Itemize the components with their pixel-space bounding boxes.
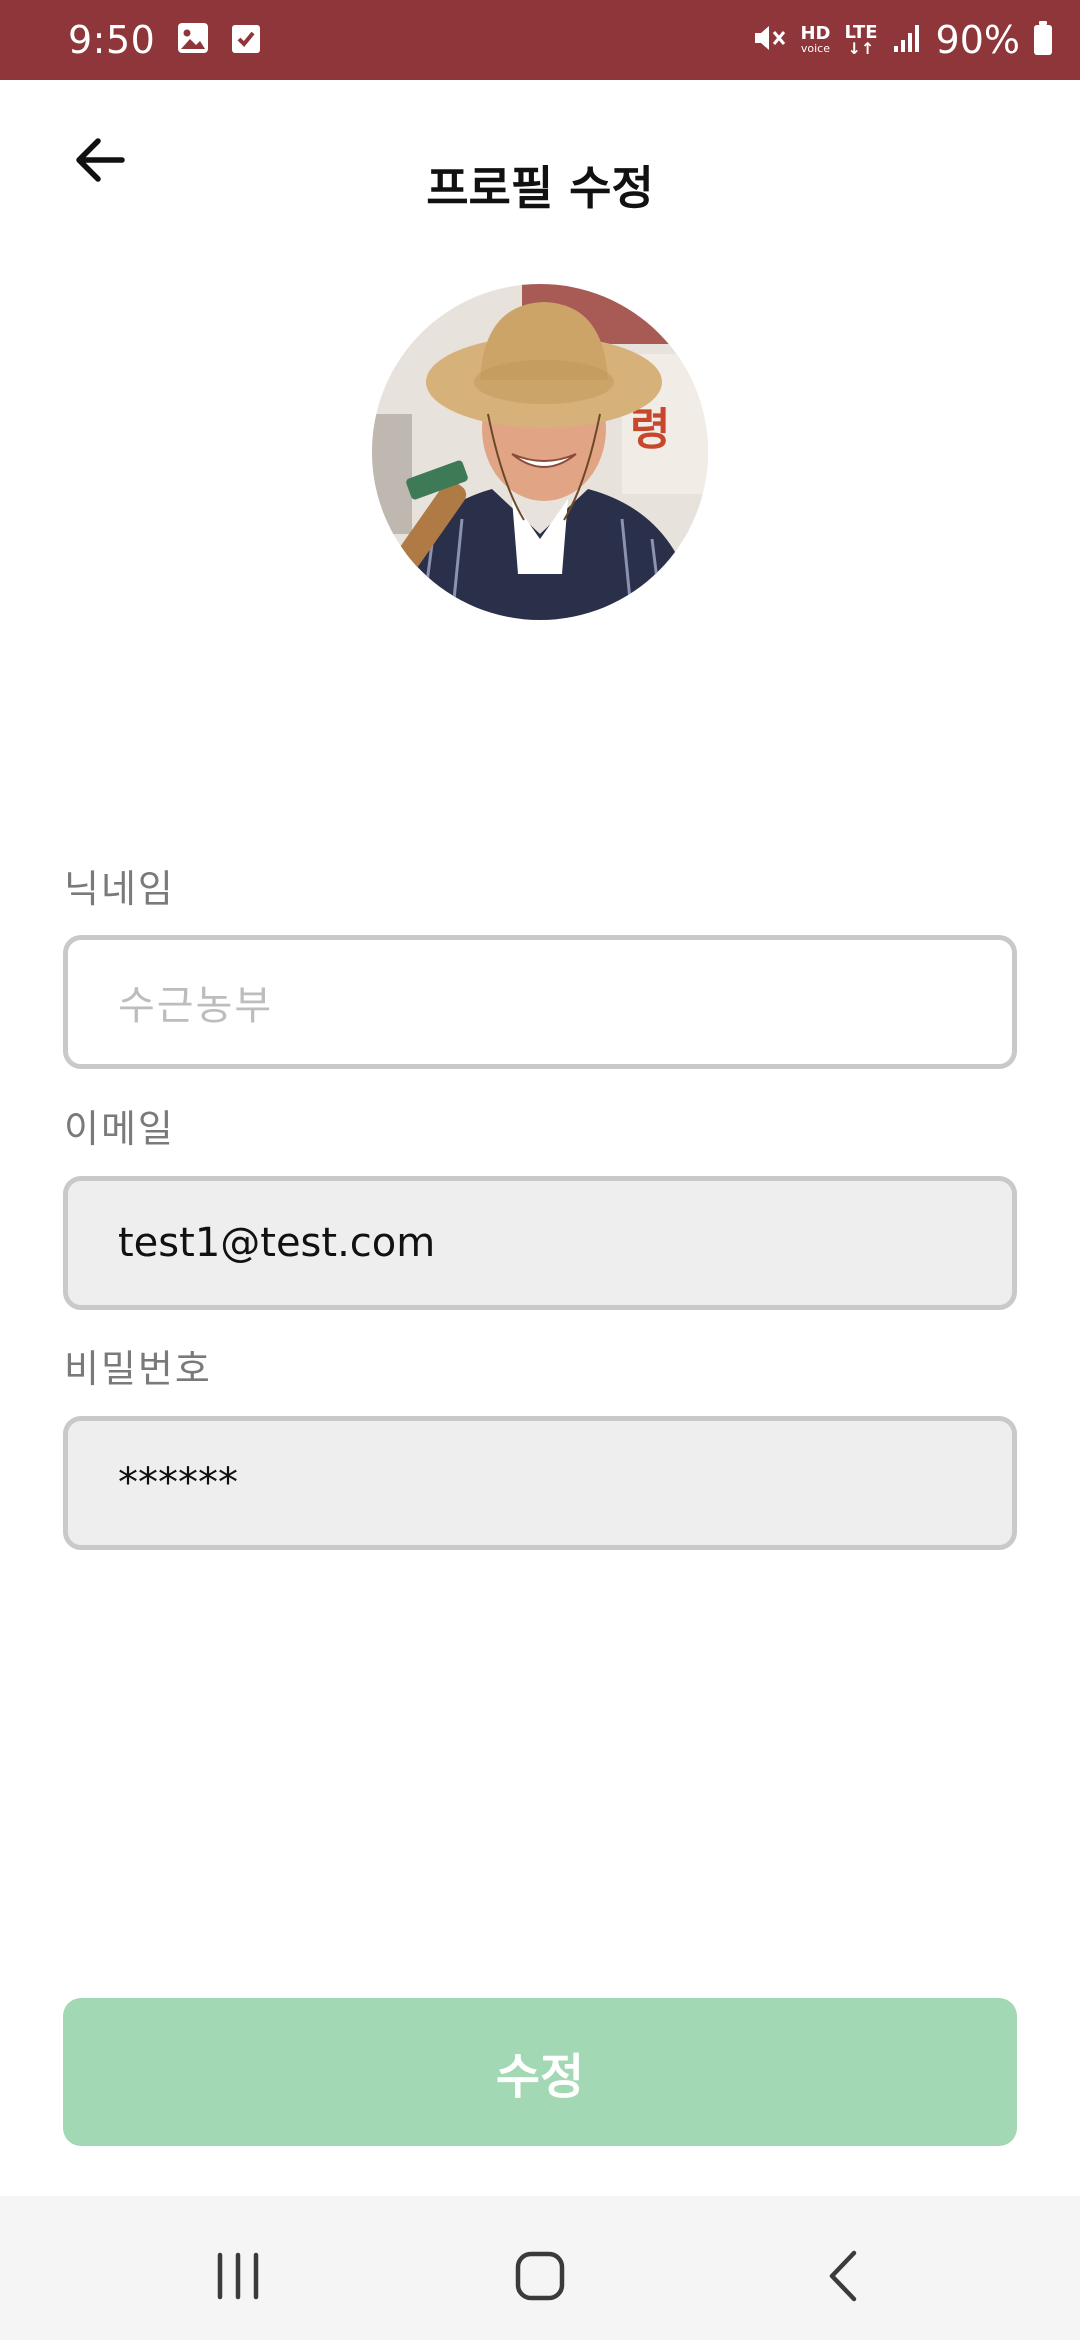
recent-apps-button[interactable] <box>198 2236 278 2316</box>
password-label: 비밀번호 <box>64 1347 212 1391</box>
profile-photo: 령 <box>372 284 708 620</box>
status-time: 9:50 <box>68 18 156 62</box>
system-back-button[interactable] <box>804 2236 884 2316</box>
password-value: ****** <box>118 1460 238 1506</box>
voice-text: voice <box>800 42 830 55</box>
page-title: 프로필 수정 <box>426 161 654 215</box>
password-field: ****** <box>63 1416 1017 1550</box>
hd-voice-icon: HD voice <box>800 25 830 55</box>
battery-icon <box>1034 21 1052 55</box>
status-bar: 9:50 HD voice LTE ↓↑ 90% <box>0 0 1080 80</box>
gallery-icon <box>177 22 209 58</box>
nickname-label: 닉네임 <box>64 867 175 911</box>
submit-button[interactable]: 수정 <box>63 1998 1017 2146</box>
checkbox-icon <box>231 22 261 58</box>
signal-icon <box>892 22 922 58</box>
nickname-input[interactable]: 수근농부 <box>63 935 1017 1069</box>
email-value: test1@test.com <box>118 1220 436 1266</box>
home-icon <box>515 2251 565 2301</box>
status-right: HD voice LTE ↓↑ 90% <box>752 0 1052 80</box>
profile-avatar[interactable]: 령 <box>372 284 708 620</box>
nickname-placeholder: 수근농부 <box>118 983 274 1029</box>
email-label: 이메일 <box>64 1107 175 1151</box>
navigation-bar <box>0 2196 1080 2340</box>
app-header: 프로필 수정 <box>0 80 1080 230</box>
submit-label: 수정 <box>495 2049 585 2105</box>
battery-percent: 90% <box>935 18 1020 62</box>
home-button[interactable] <box>500 2236 580 2316</box>
email-field: test1@test.com <box>63 1176 1017 1310</box>
back-icon <box>829 2250 857 2302</box>
status-left: 9:50 <box>68 0 261 80</box>
recent-apps-icon <box>217 2252 259 2300</box>
mute-icon <box>752 22 786 58</box>
hd-text: HD <box>800 23 831 44</box>
svg-text:령: 령 <box>630 404 670 455</box>
lte-icon: LTE ↓↑ <box>844 22 878 58</box>
